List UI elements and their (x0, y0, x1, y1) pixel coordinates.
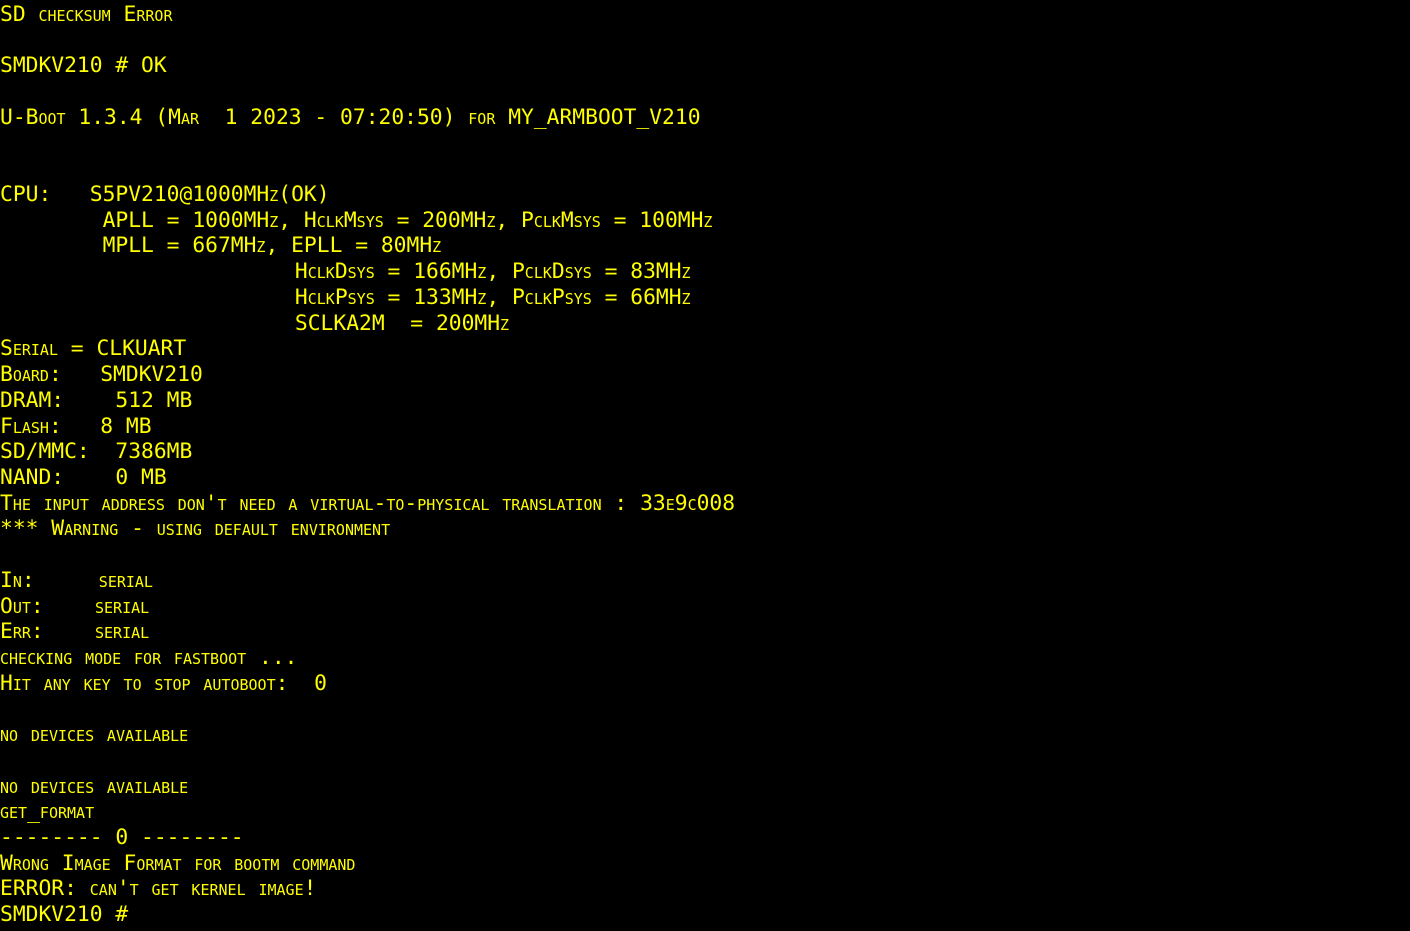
terminal-line: get_format (0, 799, 95, 825)
terminal-console[interactable]: SD checksum Error SMDKV210 # OK U-Boot 1.3… (0, 0, 1410, 931)
terminal-line: In: serial (0, 567, 153, 593)
terminal-line: MPLL = 667MHz, EPLL = 80MHz (0, 233, 442, 259)
terminal-line: ERROR: can't get kernel image! (0, 876, 317, 902)
terminal-line: SD checksum Error (0, 2, 173, 27)
terminal-line: Board: SMDKV210 (0, 362, 203, 388)
terminal-line: SMDKV210 # (0, 902, 129, 928)
terminal-line: -------- 0 -------- (0, 825, 244, 850)
terminal-line: Out: serial (0, 593, 150, 619)
terminal-line: The input address don't need a virtual-t… (0, 490, 736, 516)
terminal-line: *** Warning - using default environment (0, 516, 391, 542)
terminal-line: Hit any key to stop autoboot: 0 (0, 670, 327, 696)
terminal-line: Err: serial (0, 619, 150, 645)
terminal-line: HclkDsys = 166MHz, PclkDsys = 83MHz (0, 259, 691, 285)
terminal-line: HclkPsys = 133MHz, PclkPsys = 66MHz (0, 284, 691, 310)
terminal-line: checking mode for fastboot ... (0, 644, 298, 670)
terminal-line: no devices available (0, 722, 189, 748)
terminal-line: SD/MMC: 7386MB (0, 439, 193, 465)
terminal-line: SCLKA2M = 200MHz (0, 310, 510, 336)
terminal-output: SD checksum Error SMDKV210 # OK U-Boot 1.3… (0, 2, 735, 928)
terminal-line: no devices available (0, 773, 189, 799)
terminal-line: NAND: 0 MB (0, 464, 167, 490)
terminal-line: Flash: 8 MB (0, 413, 152, 439)
terminal-line: APLL = 1000MHz, HclkMsys = 200MHz, PclkM… (0, 207, 713, 233)
terminal-line: SMDKV210 # OK (0, 53, 167, 79)
terminal-line: U-Boot 1.3.4 (Mar 1 2023 - 07:20:50) for… (0, 104, 701, 130)
terminal-line: Wrong Image Format for bootm command (0, 850, 356, 876)
terminal-line: DRAM: 512 MB (0, 387, 193, 413)
terminal-line: Serial = CLKUART (0, 336, 187, 362)
terminal-line: CPU: S5PV210@1000MHz(OK) (0, 182, 330, 208)
